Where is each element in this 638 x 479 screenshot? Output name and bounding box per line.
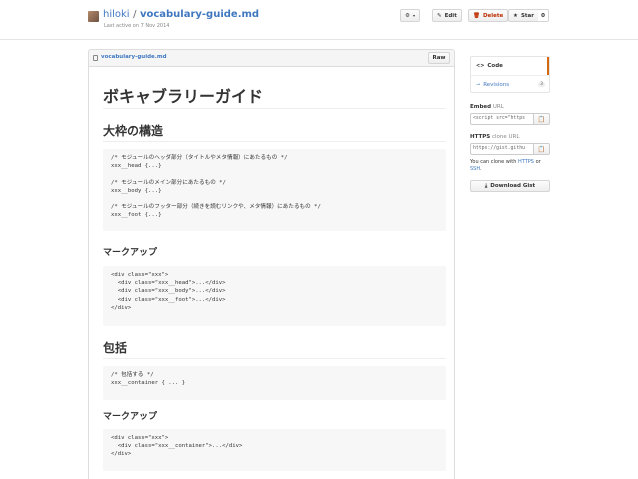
tab-revisions-label: Revisions — [483, 81, 510, 88]
clone-help-prefix: You can clone with — [470, 159, 517, 165]
code-line: xxx__body {...} — [111, 187, 162, 194]
star-label: Star — [520, 12, 534, 19]
code-line: xxx__foot {...} — [111, 212, 162, 219]
last-active: Last active on 7 Nov 2014 — [104, 23, 170, 29]
code-line: /* 包括する */ — [111, 372, 154, 378]
download-gist-button[interactable]: ⤓ Download Gist — [470, 180, 550, 192]
star-icon: ★ — [513, 12, 518, 19]
section-heading-container: 包括 — [103, 341, 128, 355]
embed-label-suffix: URL — [492, 104, 504, 110]
download-label: Download Gist — [490, 183, 536, 189]
edit-label: Edit — [444, 12, 457, 19]
file-box: vocabulary-guide.md Raw ボキャブラリーガイド 大枠の構造… — [88, 49, 455, 479]
clone-https-link[interactable]: HTTPS — [518, 159, 534, 165]
code-line: </div> — [111, 304, 132, 311]
divider — [103, 358, 446, 359]
clipboard-icon: 📋 — [537, 115, 546, 123]
download-icon: ⤓ — [484, 182, 488, 189]
title-separator: / — [133, 9, 137, 20]
code-line: <div class="xxx__foot">...</div> — [111, 296, 226, 303]
clone-ssh-link[interactable]: SSH — [470, 166, 480, 172]
embed-label: Embed URL — [470, 104, 504, 110]
pencil-icon: ✎ — [437, 12, 442, 19]
code-line: </div> — [111, 451, 132, 458]
https-url-row: https://gist.githu 📋 — [470, 143, 550, 155]
copy-clone-button[interactable]: 📋 — [534, 143, 550, 155]
code-line: /* モジュールのフッター部分（続きを読むリンクや、メタ情報）にあたるもの */ — [111, 204, 321, 211]
doc-title: ボキャブラリーガイド — [103, 87, 264, 106]
revisions-count: 3 — [538, 82, 545, 87]
file-icon — [93, 55, 98, 61]
section-heading-structure: 大枠の構造 — [103, 124, 164, 138]
embed-url-input[interactable]: <script src="https — [470, 113, 534, 125]
delete-button[interactable]: 🗑 Delete — [468, 9, 509, 22]
edit-button[interactable]: ✎ Edit — [432, 9, 462, 22]
https-clone-url-input[interactable]: https://gist.githu — [470, 143, 534, 155]
code-icon: <> — [476, 63, 485, 69]
gear-icon: ⚙ — [405, 12, 410, 19]
clipboard-icon: 📋 — [537, 145, 546, 153]
trash-icon: 🗑 — [473, 12, 480, 19]
code-block-markup: <div class="xxx"> <div class="xxx__head"… — [103, 266, 446, 326]
settings-button[interactable]: ⚙ ▾ — [400, 9, 420, 22]
section-heading-markup: マークアップ — [103, 248, 158, 258]
copy-embed-button[interactable]: 📋 — [534, 113, 550, 125]
delete-label: Delete — [482, 12, 504, 19]
tab-code[interactable]: <> Code — [471, 57, 549, 75]
clone-help-text: You can clone with HTTPS or SSH. — [470, 159, 550, 173]
code-line: xxx__container { ... } — [111, 380, 186, 387]
clone-help-or: or — [535, 159, 541, 165]
user-link[interactable]: hiloki — [103, 9, 130, 20]
chevron-down-icon: ▾ — [412, 13, 415, 18]
star-count[interactable]: 0 — [538, 9, 549, 22]
file-header: vocabulary-guide.md Raw — [89, 50, 454, 67]
code-block-container-markup: <div class="xxx"> <div class="xxx__conta… — [103, 429, 446, 471]
code-line: xxx__head {...} — [111, 163, 162, 170]
code-block-container: /* 包括する */ xxx__container { ... } — [103, 366, 446, 400]
tab-revisions[interactable]: ⊸ Revisions 3 — [471, 75, 549, 93]
divider — [103, 141, 446, 142]
code-block-structure: /* モジュールのヘッダ部分（タイトルやメタ情報）にあたるもの */ xxx__h… — [103, 149, 446, 231]
history-icon: ⊸ — [476, 81, 481, 88]
code-line: /* モジュールのヘッダ部分（タイトルやメタ情報）にあたるもの */ — [111, 155, 288, 161]
file-name-link[interactable]: vocabulary-guide.md — [101, 54, 167, 60]
code-line: <div class="xxx__head">...</div> — [111, 280, 226, 287]
code-line: <div class="xxx__container">...</div> — [111, 443, 243, 450]
embed-label-strong: Embed — [470, 104, 492, 110]
https-label: HTTPS clone URL — [470, 134, 519, 140]
avatar[interactable] — [88, 11, 99, 22]
code-line: /* モジュールのメイン部分にあたるもの */ — [111, 179, 226, 186]
sidebar-nav: <> Code ⊸ Revisions 3 — [470, 56, 550, 93]
section-heading-markup-2: マークアップ — [103, 412, 158, 422]
raw-button[interactable]: Raw — [428, 52, 450, 64]
code-line: <div class="xxx"> — [111, 272, 169, 278]
code-line: <div class="xxx__body">...</div> — [111, 288, 226, 295]
star-button[interactable]: ★ Star — [508, 9, 539, 22]
code-line: <div class="xxx"> — [111, 435, 169, 441]
clone-help-end: . — [480, 166, 482, 172]
divider — [103, 108, 446, 109]
gist-name-link[interactable]: vocabulary-guide.md — [140, 9, 259, 20]
gist-title: hiloki / vocabulary-guide.md — [103, 9, 259, 20]
https-label-strong: HTTPS — [470, 134, 491, 140]
https-label-suffix: clone URL — [491, 134, 520, 140]
embed-url-row: <script src="https 📋 — [470, 113, 550, 125]
gist-header: hiloki / vocabulary-guide.md Last active… — [0, 0, 638, 40]
tab-code-label: Code — [487, 63, 503, 69]
